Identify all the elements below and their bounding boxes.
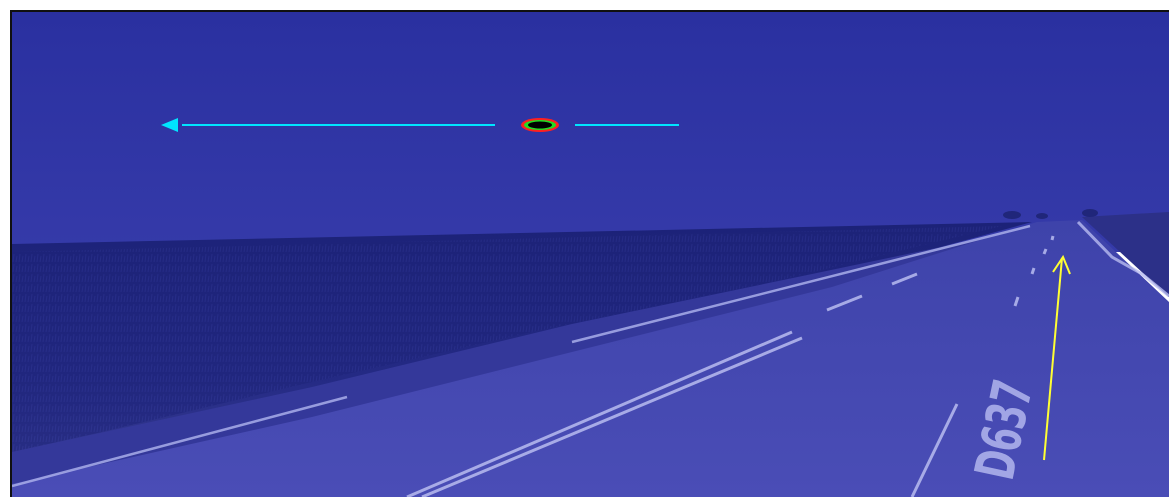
distant-tree <box>1003 211 1021 219</box>
image-frame: D637 <box>10 10 1169 497</box>
distant-tree <box>1036 213 1048 219</box>
target-ellipse-center <box>528 121 552 129</box>
road-scene: D637 <box>12 12 1169 497</box>
sky <box>12 12 1169 252</box>
distant-tree <box>1082 209 1098 217</box>
